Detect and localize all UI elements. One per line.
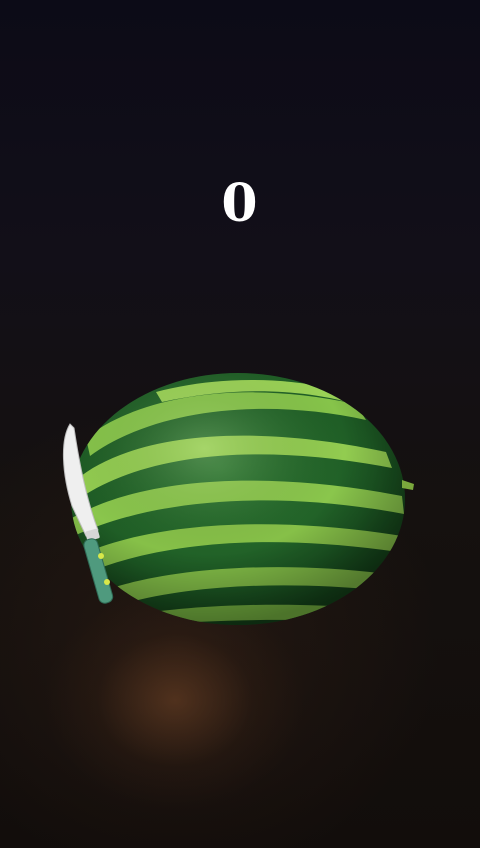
- knife-handle: [83, 538, 114, 604]
- knife-cursor[interactable]: [58, 420, 120, 608]
- game-canvas[interactable]: 0: [0, 0, 480, 848]
- knife-blade: [63, 423, 99, 537]
- knife-rivet: [104, 579, 110, 585]
- knife-rivet: [98, 553, 104, 559]
- score-counter: 0: [221, 173, 259, 234]
